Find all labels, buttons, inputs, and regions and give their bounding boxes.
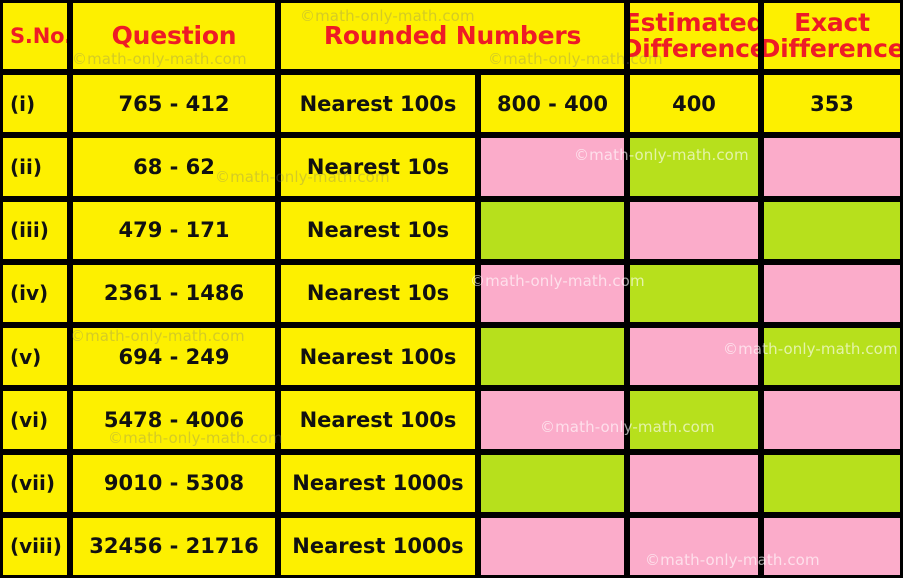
column-header-question-label: Question [111,20,237,50]
cell-exact-difference [761,388,903,451]
cell-rounded-value-value: 800 - 400 [496,91,608,116]
cell-sno: (vii) [0,452,70,515]
table-row: (vii) 9010 - 5308 Nearest 1000s [0,452,903,515]
cell-rounded-label: Nearest 1000s [278,452,478,515]
cell-estimated-difference [627,199,761,262]
cell-estimated-difference [627,135,761,198]
column-header-estimated-difference: Estimated Difference [627,0,761,72]
column-header-estimated-difference-label: Estimated Difference [630,7,758,63]
table-row: (iii) 479 - 171 Nearest 10s [0,199,903,262]
cell-exact-difference [761,135,903,198]
cell-sno: (iii) [0,199,70,262]
cell-rounded-label-value: Nearest 10s [306,154,450,179]
cell-question-value: 5478 - 4006 [103,407,245,432]
cell-sno: (vi) [0,388,70,451]
cell-question-value: 2361 - 1486 [103,281,245,306]
cell-exact-difference [761,325,903,388]
cell-sno-value: (iii) [10,218,49,243]
cell-sno: (v) [0,325,70,388]
table-row: (ii) 68 - 62 Nearest 10s [0,135,903,198]
cell-estimated-difference: 400 [627,72,761,135]
cell-question: 32456 - 21716 [70,515,278,578]
cell-rounded-label: Nearest 10s [278,262,478,325]
cell-estimated-difference [627,452,761,515]
cell-sno: (i) [0,72,70,135]
table-row: (v) 694 - 249 Nearest 100s [0,325,903,388]
cell-question-value: 479 - 171 [118,218,230,243]
cell-sno: (iv) [0,262,70,325]
cell-question: 5478 - 4006 [70,388,278,451]
table-header-row: S.No. Question Rounded Numbers Estimated… [0,0,903,72]
cell-rounded-label: Nearest 10s [278,199,478,262]
cell-rounded-label: Nearest 10s [278,135,478,198]
cell-rounded-label-value: Nearest 1000s [292,534,464,559]
cell-rounded-value [478,262,627,325]
cell-rounded-label: Nearest 100s [278,325,478,388]
cell-question: 694 - 249 [70,325,278,388]
cell-question-value: 68 - 62 [133,154,215,179]
cell-sno-value: (i) [10,91,36,116]
cell-question: 765 - 412 [70,72,278,135]
cell-exact-difference [761,452,903,515]
cell-rounded-value: 800 - 400 [478,72,627,135]
cell-rounded-label-value: Nearest 1000s [292,471,464,496]
cell-exact-difference [761,262,903,325]
column-header-exact-difference: Exact Difference [761,0,903,72]
cell-sno: (viii) [0,515,70,578]
column-header-sno-label: S.No. [10,23,67,48]
cell-rounded-label-value: Nearest 100s [299,91,457,116]
cell-rounded-label: Nearest 100s [278,388,478,451]
column-header-rounded-numbers: Rounded Numbers [278,0,627,72]
table-row: (iv) 2361 - 1486 Nearest 10s [0,262,903,325]
cell-rounded-value [478,135,627,198]
table-row: (i) 765 - 412 Nearest 100s 800 - 400 400 353 [0,72,903,135]
estimating-difference-table-image: S.No. Question Rounded Numbers Estimated… [0,0,903,578]
estimating-difference-table: S.No. Question Rounded Numbers Estimated… [0,0,903,578]
cell-sno-value: (v) [10,344,42,369]
cell-question: 2361 - 1486 [70,262,278,325]
column-header-rounded-numbers-label: Rounded Numbers [323,20,582,50]
cell-rounded-label-value: Nearest 10s [306,218,450,243]
cell-estimated-difference [627,262,761,325]
cell-estimated-difference [627,325,761,388]
cell-estimated-difference-value: 400 [672,91,716,116]
cell-rounded-value [478,388,627,451]
cell-rounded-label: Nearest 1000s [278,515,478,578]
cell-estimated-difference [627,515,761,578]
cell-exact-difference: 353 [761,72,903,135]
cell-rounded-value [478,452,627,515]
cell-question-value: 32456 - 21716 [89,534,259,559]
cell-rounded-value [478,515,627,578]
cell-question-value: 765 - 412 [118,91,230,116]
cell-exact-difference-value: 353 [810,91,854,116]
cell-sno-value: (viii) [10,534,62,559]
cell-exact-difference [761,515,903,578]
table-body: (i) 765 - 412 Nearest 100s 800 - 400 400 353(… [0,72,903,578]
cell-sno-value: (vi) [10,407,49,432]
cell-rounded-label: Nearest 100s [278,72,478,135]
cell-question-value: 9010 - 5308 [103,471,245,496]
cell-rounded-label-value: Nearest 10s [306,281,450,306]
cell-question: 9010 - 5308 [70,452,278,515]
cell-rounded-label-value: Nearest 100s [299,344,457,369]
cell-sno: (ii) [0,135,70,198]
column-header-question: Question [70,0,278,72]
cell-question: 479 - 171 [70,199,278,262]
cell-question-value: 694 - 249 [118,344,230,369]
cell-sno-value: (ii) [10,154,42,179]
table-row: (vi) 5478 - 4006 Nearest 100s [0,388,903,451]
cell-question: 68 - 62 [70,135,278,198]
cell-sno-value: (iv) [10,281,49,306]
cell-rounded-label-value: Nearest 100s [299,407,457,432]
cell-rounded-value [478,199,627,262]
column-header-sno: S.No. [0,0,70,72]
column-header-exact-difference-label: Exact Difference [764,7,900,63]
cell-exact-difference [761,199,903,262]
cell-rounded-value [478,325,627,388]
table-row: (viii) 32456 - 21716 Nearest 1000s [0,515,903,578]
cell-sno-value: (vii) [10,471,56,496]
cell-estimated-difference [627,388,761,451]
